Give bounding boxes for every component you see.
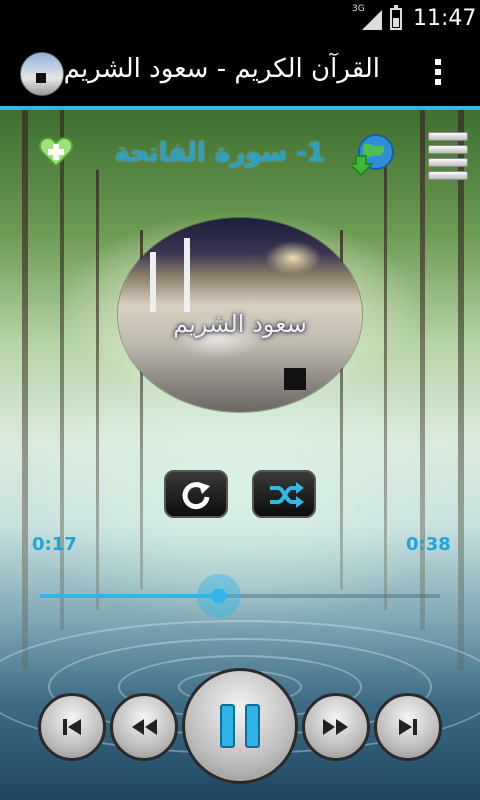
heart-plus-icon[interactable] [38, 134, 74, 170]
album-art-label: سعود الشريم [173, 310, 307, 338]
status-bar: 3G 11:47 [0, 0, 480, 38]
repeat-button[interactable] [164, 470, 228, 518]
shuffle-icon [270, 482, 304, 508]
pause-icon [220, 704, 260, 748]
globe-download-icon[interactable] [348, 132, 396, 177]
skip-previous-icon [63, 719, 81, 735]
overflow-menu-icon[interactable] [428, 56, 448, 90]
track-title: 1- سورة الفاتحة [114, 138, 325, 168]
fast-forward-icon [323, 719, 348, 735]
app-title: القرآن الكريم - سعود الشريم [63, 54, 380, 84]
playlist-icon[interactable] [428, 132, 468, 180]
app-logo[interactable] [20, 52, 64, 96]
rewind-icon [132, 719, 157, 735]
seek-bar[interactable] [40, 574, 440, 618]
previous-button[interactable] [38, 693, 106, 761]
signal-icon [362, 10, 382, 30]
total-time: 0:38 [406, 534, 451, 555]
shuffle-button[interactable] [252, 470, 316, 518]
skip-next-icon [399, 719, 417, 735]
next-button[interactable] [374, 693, 442, 761]
seek-progress [40, 594, 219, 598]
action-bar: القرآن الكريم - سعود الشريم [0, 38, 480, 110]
battery-icon [390, 5, 402, 30]
fast-forward-button[interactable] [302, 693, 370, 761]
elapsed-time: 0:17 [32, 534, 77, 555]
seek-thumb[interactable] [196, 574, 241, 618]
album-art: سعود الشريم [118, 218, 362, 412]
status-clock: 11:47 [413, 6, 477, 31]
repeat-icon [182, 482, 210, 510]
pause-button[interactable] [182, 668, 298, 784]
rewind-button[interactable] [110, 693, 178, 761]
